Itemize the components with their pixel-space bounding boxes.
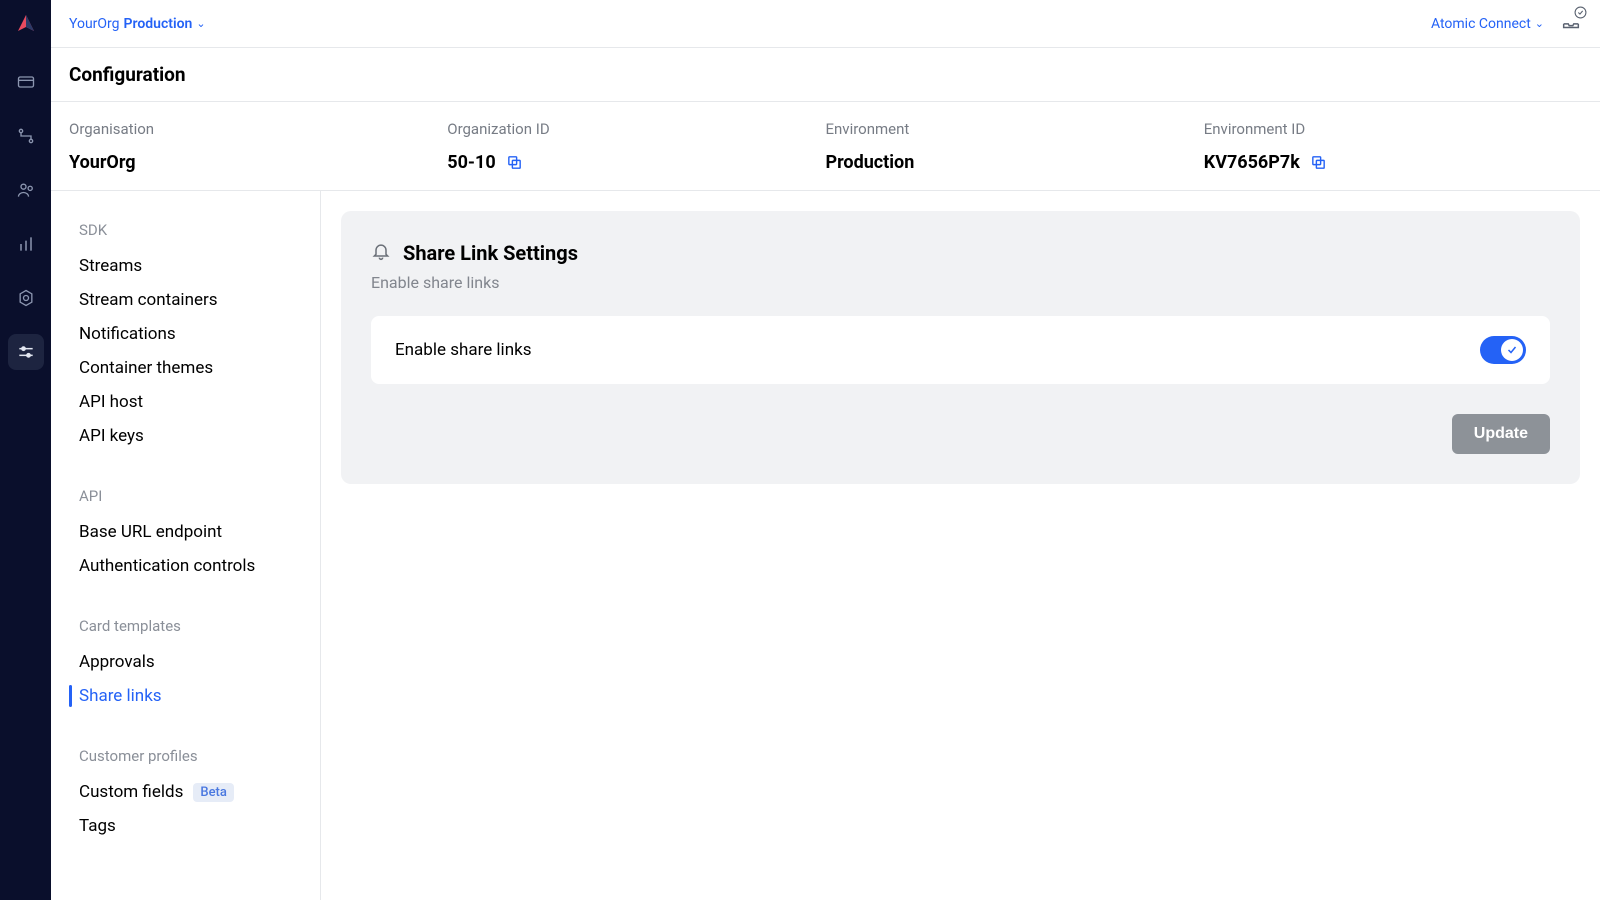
- panel-title: Share Link Settings: [403, 241, 578, 265]
- toggle-thumb: [1501, 339, 1523, 361]
- sidebar-item-label: Share links: [79, 686, 162, 706]
- sidebar-item-authentication-controls[interactable]: Authentication controls: [51, 549, 320, 583]
- page-title-bar: Configuration: [51, 48, 1600, 102]
- sidebar-item-label: Streams: [79, 256, 142, 276]
- rail-nav-settings[interactable]: [8, 280, 44, 316]
- sidebar-group-label: Customer profiles: [51, 737, 320, 775]
- enable-share-links-toggle[interactable]: [1480, 336, 1526, 364]
- page-title: Configuration: [69, 63, 186, 86]
- sidebar-item-approvals[interactable]: Approvals: [51, 645, 320, 679]
- sidebar-item-custom-fields[interactable]: Custom fields Beta: [51, 775, 320, 809]
- environment-value: Production: [826, 152, 1204, 173]
- sidebar-item-stream-containers[interactable]: Stream containers: [51, 283, 320, 317]
- topbar: YourOrg Production ⌄ Atomic Connect ⌄: [51, 0, 1600, 48]
- chevron-down-icon: ⌄: [1535, 17, 1544, 30]
- sidebar-item-label: Notifications: [79, 324, 176, 344]
- copy-icon[interactable]: [1310, 154, 1327, 171]
- nav-rail: [0, 0, 51, 900]
- environment-label: Environment: [826, 120, 1204, 138]
- rail-nav-config[interactable]: [8, 334, 44, 370]
- sidebar-group-label: API: [51, 477, 320, 515]
- sidebar-item-label: Stream containers: [79, 290, 218, 310]
- update-button[interactable]: Update: [1452, 414, 1550, 454]
- chevron-down-icon: ⌄: [196, 17, 205, 30]
- beta-badge: Beta: [193, 783, 234, 802]
- connect-label: Atomic Connect: [1431, 16, 1531, 32]
- sidebar-item-label: Base URL endpoint: [79, 522, 222, 542]
- share-link-settings-panel: Share Link Settings Enable share links E…: [341, 211, 1580, 484]
- sidebar-item-tags[interactable]: Tags: [51, 809, 320, 843]
- config-sidebar: SDK Streams Stream containers Notifications…: [51, 191, 321, 900]
- organisation-value: YourOrg: [69, 152, 447, 173]
- sidebar-item-container-themes[interactable]: Container themes: [51, 351, 320, 385]
- sidebar-item-notifications[interactable]: Notifications: [51, 317, 320, 351]
- inbox-status-icon[interactable]: [1560, 11, 1582, 37]
- sidebar-item-api-host[interactable]: API host: [51, 385, 320, 419]
- sidebar-item-base-url-endpoint[interactable]: Base URL endpoint: [51, 515, 320, 549]
- atomic-connect-link[interactable]: Atomic Connect ⌄: [1431, 16, 1544, 32]
- organization-id-value: 50-10: [447, 152, 495, 173]
- rail-nav-users[interactable]: [8, 172, 44, 208]
- bell-icon: [371, 241, 391, 265]
- enable-share-links-row: Enable share links: [371, 316, 1550, 384]
- rail-nav-flows[interactable]: [8, 118, 44, 154]
- enable-share-links-label: Enable share links: [395, 340, 531, 360]
- copy-icon[interactable]: [506, 154, 523, 171]
- sidebar-item-label: API host: [79, 392, 143, 412]
- sidebar-item-label: Container themes: [79, 358, 213, 378]
- sidebar-item-label: API keys: [79, 426, 144, 446]
- sidebar-item-label: Authentication controls: [79, 556, 255, 576]
- org-name: YourOrg: [69, 16, 120, 32]
- app-logo: [14, 12, 38, 36]
- environment-id-value: KV7656P7k: [1204, 152, 1300, 173]
- sidebar-group-label: SDK: [51, 211, 320, 249]
- org-env-switcher[interactable]: YourOrg Production ⌄: [69, 16, 206, 32]
- sidebar-item-share-links[interactable]: Share links: [51, 679, 320, 713]
- rail-nav-cards[interactable]: [8, 64, 44, 100]
- info-strip: Organisation YourOrg Organization ID 50-…: [51, 102, 1600, 191]
- organisation-label: Organisation: [69, 120, 447, 138]
- sidebar-item-api-keys[interactable]: API keys: [51, 419, 320, 453]
- sidebar-item-label: Approvals: [79, 652, 155, 672]
- organization-id-label: Organization ID: [447, 120, 825, 138]
- sidebar-item-label: Tags: [79, 816, 116, 836]
- env-name: Production: [124, 16, 193, 32]
- sidebar-group-label: Card templates: [51, 607, 320, 645]
- sidebar-item-streams[interactable]: Streams: [51, 249, 320, 283]
- rail-nav-analytics[interactable]: [8, 226, 44, 262]
- sidebar-item-label: Custom fields: [79, 782, 183, 802]
- environment-id-label: Environment ID: [1204, 120, 1582, 138]
- panel-subtitle: Enable share links: [371, 273, 1550, 292]
